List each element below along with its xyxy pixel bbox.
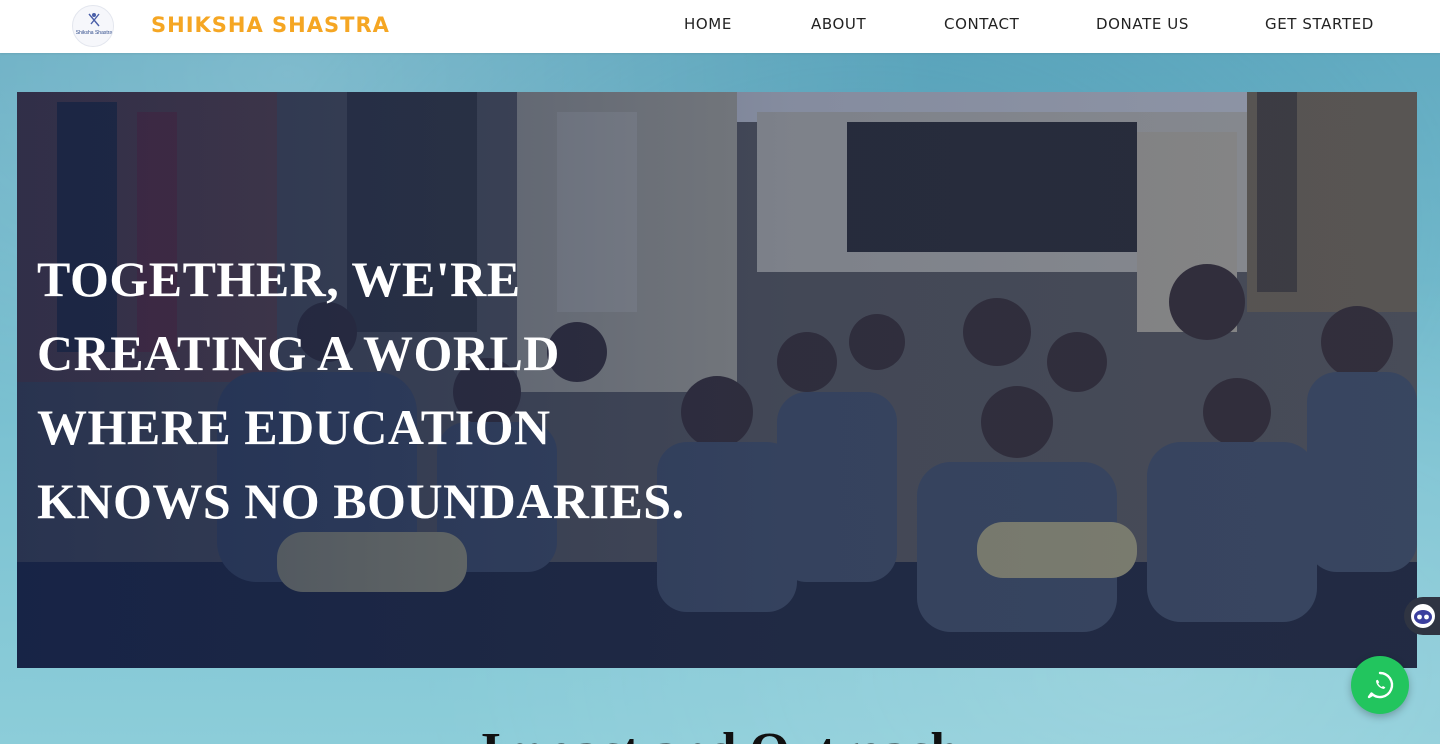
whatsapp-button[interactable] — [1351, 656, 1409, 714]
nav-contact[interactable]: CONTACT — [944, 15, 1019, 33]
hero-headline-line: WHERE EDUCATION — [37, 399, 551, 455]
hero-headline-line: CREATING A WORLD — [37, 325, 560, 381]
nav-about[interactable]: ABOUT — [811, 15, 866, 33]
hero-headline: TOGETHER, WE'RE CREATING A WORLD WHERE E… — [37, 242, 737, 538]
nav-get-started[interactable]: GET STARTED — [1265, 15, 1374, 33]
hero-banner: TOGETHER, WE'RE CREATING A WORLD WHERE E… — [17, 92, 1417, 668]
hero-headline-line: KNOWS NO BOUNDARIES. — [37, 473, 685, 529]
main-nav: HOME ABOUT CONTACT DONATE US GET STARTED — [0, 0, 1440, 53]
chatbot-icon — [1411, 604, 1435, 628]
section-heading: Impact and Outreach — [0, 722, 1440, 744]
whatsapp-icon — [1367, 671, 1394, 699]
nav-home[interactable]: HOME — [684, 15, 732, 33]
site-header: Shiksha Shastra SHIKSHA SHASTRA HOME ABO… — [0, 0, 1440, 53]
chatbot-widget[interactable] — [1404, 597, 1440, 635]
nav-donate-us[interactable]: DONATE US — [1096, 15, 1189, 33]
hero-headline-line: TOGETHER, WE'RE — [37, 251, 521, 307]
